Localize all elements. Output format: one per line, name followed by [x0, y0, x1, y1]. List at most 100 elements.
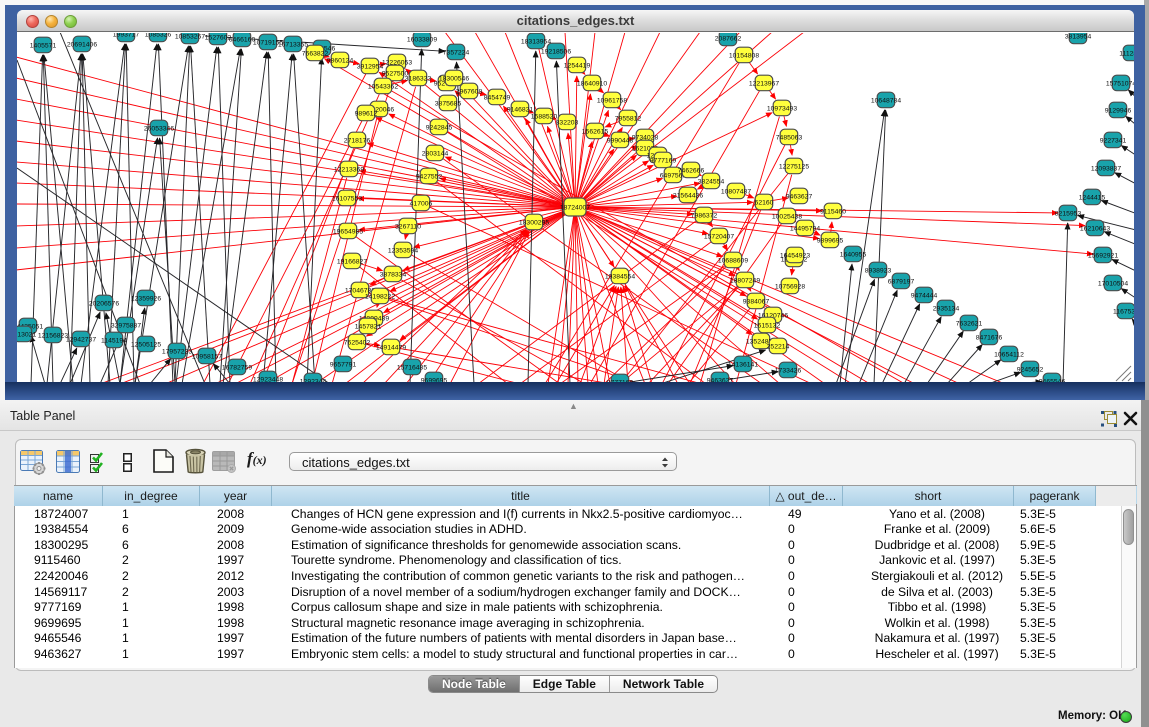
svg-text:1145194: 1145194 [101, 337, 127, 344]
svg-text:14495794: 14495794 [790, 225, 820, 232]
svg-text:9860124: 9860124 [327, 57, 354, 64]
svg-text:16033809: 16033809 [407, 36, 437, 43]
svg-text:1405571: 1405571 [30, 42, 57, 49]
svg-text:18300295: 18300295 [519, 219, 549, 226]
svg-text:6466160: 6466160 [229, 36, 256, 43]
svg-text:2803144: 2803144 [422, 150, 449, 157]
svg-text:10853267: 10853267 [175, 33, 205, 40]
svg-text:1588520: 1588520 [531, 113, 558, 120]
svg-text:2087662: 2087662 [715, 35, 742, 42]
svg-text:9129946: 9129946 [1105, 107, 1132, 114]
svg-text:7625402: 7625402 [344, 339, 371, 346]
svg-text:8215953: 8215953 [1055, 210, 1082, 217]
svg-text:9657791: 9657791 [330, 361, 357, 368]
svg-text:9427552: 9427552 [416, 173, 443, 180]
svg-text:12275125: 12275125 [779, 163, 809, 170]
svg-text:9384067: 9384067 [743, 298, 770, 305]
svg-text:7663822: 7663822 [302, 50, 329, 57]
svg-text:16782759: 16782759 [222, 364, 252, 371]
svg-text:14136141: 14136141 [728, 361, 758, 368]
svg-text:7986372: 7986372 [691, 212, 718, 219]
svg-text:3913021: 3913021 [17, 331, 36, 338]
svg-text:3813954: 3813954 [1065, 33, 1092, 40]
svg-text:9146821: 9146821 [507, 106, 534, 113]
svg-text:10154808: 10154808 [729, 52, 759, 59]
svg-text:9242845: 9242845 [426, 124, 453, 131]
svg-text:17010504: 17010504 [1098, 280, 1128, 287]
svg-text:15692921: 15692921 [1088, 252, 1118, 259]
svg-text:18807249: 18807249 [730, 277, 760, 284]
svg-text:10973493: 10973493 [767, 105, 797, 112]
svg-text:15751074: 15751074 [1106, 80, 1134, 87]
svg-text:1993717: 1993717 [113, 33, 140, 38]
svg-text:3186323: 3186323 [405, 75, 432, 82]
svg-text:18300546: 18300546 [439, 75, 469, 82]
svg-text:10961758: 10961758 [597, 97, 627, 104]
svg-text:10807487: 10807487 [721, 188, 751, 195]
svg-text:19384554: 19384554 [605, 273, 635, 280]
svg-text:252214: 252214 [767, 343, 790, 350]
svg-text:3267110: 3267110 [395, 223, 421, 230]
svg-text:16454923: 16454923 [780, 252, 810, 259]
svg-text:21564436: 21564436 [673, 192, 703, 199]
svg-text:7462666: 7462666 [678, 167, 705, 174]
svg-text:10958157: 10958157 [192, 353, 222, 360]
svg-text:2935134: 2935134 [933, 305, 960, 312]
svg-text:12093837: 12093837 [1091, 165, 1121, 172]
svg-text:9463627: 9463627 [786, 193, 813, 200]
svg-text:15720407: 15720407 [704, 233, 734, 240]
svg-text:1733426: 1733426 [775, 367, 802, 374]
svg-text:6879197: 6879197 [888, 278, 915, 285]
svg-text:10654112: 10654112 [994, 351, 1024, 358]
svg-text:417006: 417006 [410, 200, 433, 207]
svg-text:19654985: 19654985 [333, 228, 363, 235]
svg-text:16713355: 16713355 [278, 41, 308, 48]
svg-text:9990448: 9990448 [607, 137, 634, 144]
svg-text:7485063: 7485063 [776, 134, 803, 141]
svg-text:7357224: 7357224 [443, 49, 470, 56]
svg-text:9463627: 9463627 [707, 377, 734, 382]
svg-text:18313954: 18313954 [521, 38, 551, 45]
svg-text:10648784: 10648784 [871, 97, 901, 104]
svg-text:12505125: 12505125 [131, 341, 161, 348]
svg-text:832203: 832203 [556, 119, 579, 126]
svg-text:8471676: 8471676 [976, 334, 1003, 341]
svg-text:1085326: 1085326 [145, 33, 172, 38]
svg-text:9115460: 9115460 [820, 208, 846, 215]
svg-text:1112843: 1112843 [1119, 50, 1134, 57]
svg-text:10025438: 10025438 [772, 213, 802, 220]
svg-text:10688609: 10688609 [718, 257, 748, 264]
svg-text:2967608: 2967608 [456, 88, 483, 95]
svg-text:14198222: 14198222 [365, 293, 395, 300]
svg-text:9899695: 9899695 [817, 237, 844, 244]
svg-text:7632621: 7632621 [956, 320, 983, 327]
svg-text:9227341: 9227341 [1100, 137, 1127, 144]
svg-text:9474444: 9474444 [911, 292, 938, 299]
svg-text:20206576: 20206576 [89, 300, 119, 307]
svg-text:9777169: 9777169 [650, 157, 677, 164]
svg-text:8454749: 8454749 [484, 94, 511, 101]
svg-text:3875685: 3875685 [435, 100, 462, 107]
svg-text:989612: 989612 [355, 110, 378, 117]
svg-text:12359926: 12359926 [131, 295, 161, 302]
svg-text:18640910: 18640910 [577, 80, 607, 87]
svg-text:12156823: 12156823 [38, 332, 68, 339]
svg-text:1457821: 1457821 [355, 323, 382, 330]
svg-text:3912954: 3912954 [357, 63, 384, 70]
svg-text:12213369: 12213369 [334, 166, 364, 173]
svg-text:3878334: 3878334 [380, 271, 407, 278]
svg-text:10543362: 10543362 [368, 83, 398, 90]
svg-text:12353594: 12353594 [388, 247, 418, 254]
svg-text:1527602: 1527602 [205, 34, 232, 41]
svg-text:1292344: 1292344 [300, 378, 327, 382]
svg-text:26053346: 26053346 [144, 125, 174, 132]
svg-text:9699695: 9699695 [421, 377, 448, 382]
svg-text:16107553: 16107553 [332, 195, 362, 202]
svg-text:16210643: 16210643 [1080, 225, 1110, 232]
svg-text:9245652: 9245652 [1017, 366, 1044, 373]
svg-text:7955812: 7955812 [615, 115, 642, 122]
svg-text:9777169: 9777169 [607, 379, 634, 382]
svg-text:19166827: 19166827 [337, 258, 367, 265]
svg-text:8938923: 8938923 [865, 267, 892, 274]
svg-text:17957223: 17957223 [162, 348, 192, 355]
